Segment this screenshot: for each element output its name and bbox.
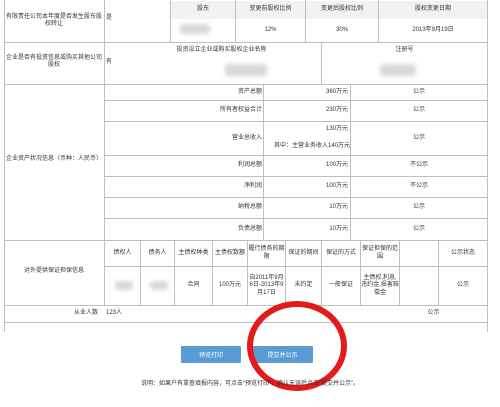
equity-change-answer: 是	[106, 15, 113, 22]
asset-name: 负债总额	[237, 225, 262, 232]
asset-name: 利润总额	[237, 162, 262, 169]
shareholder-redacted	[180, 24, 210, 34]
asset-status: 公示	[412, 204, 425, 211]
asset-status: 不公示	[409, 183, 428, 190]
guarantee-period: 未约定	[294, 282, 313, 289]
employees-label: 从业人数	[73, 310, 98, 317]
asset-name: 资产总额	[237, 88, 262, 95]
guarantee-section-label: 对外提供保证担保信息	[23, 268, 84, 275]
asset-value: 130万元	[325, 126, 348, 133]
asset-value: 100万元	[325, 162, 348, 169]
guarantee-header-creditor: 债权人	[113, 249, 132, 256]
investment-regno-redacted	[380, 64, 416, 76]
asset-value: 10万元	[329, 204, 348, 211]
guarantee-header-method: 保证的方式	[325, 249, 356, 256]
asset-status: 不公示	[409, 162, 428, 169]
equity-date-value: 2013年9月19日	[412, 26, 454, 33]
preview-print-button[interactable]: 预览打印	[181, 346, 241, 363]
creditor-redacted	[115, 281, 133, 290]
equity-change-question: 有限责任公司本年度是否发生股东股权转让	[6, 13, 103, 28]
employees-status: 公示	[427, 310, 440, 317]
equity-header-shareholder: 股东	[171, 1, 235, 19]
asset-name: 所有者权益合计	[219, 107, 262, 114]
asset-name: 纳税总额	[237, 204, 262, 211]
equity-header-before: 变更前股权比例	[236, 1, 305, 19]
guarantee-header-claim-type: 主债权种类	[178, 249, 209, 256]
guarantee-header-status: 公示状态	[450, 249, 475, 256]
guarantee-scope: 主债权,利息,违约金,损害赔偿金	[361, 274, 399, 296]
asset-value: 100万元	[325, 183, 348, 190]
asset-status: 公示	[412, 225, 425, 232]
investment-question: 企业是否有投资信息或购买其他公司股权	[6, 54, 103, 69]
asset-status: 公示	[412, 88, 425, 95]
equity-header-date: 股权变更日期	[379, 1, 487, 19]
debtor-redacted	[150, 281, 168, 290]
equity-before-value: 12%	[264, 26, 277, 33]
asset-status: 公示	[412, 107, 425, 114]
asset-value: 230万元	[325, 107, 348, 114]
equity-after-value: 30%	[335, 26, 348, 33]
asset-value: 10万元	[329, 225, 348, 232]
guarantee-status: 公示	[456, 282, 469, 289]
employees-value: 123人	[106, 310, 123, 317]
guarantee-claim-amount: 100万元	[218, 282, 241, 289]
asset-sub-value: 其中：主营业务收入140万元	[273, 142, 350, 149]
asset-status: 公示	[412, 134, 425, 141]
guarantee-header-debtor: 债务人	[148, 249, 167, 256]
guarantee-method: 一般保证	[328, 282, 353, 289]
highlight-circle	[247, 301, 347, 391]
asset-value: 360万元	[325, 88, 348, 95]
equity-header-after: 变更后股权比例	[306, 1, 378, 19]
guarantee-header-scope: 保证担保的范围	[361, 246, 398, 260]
asset-name: 净利润	[243, 183, 262, 190]
guarantee-term: 自2011年9月6日-2013年9月17日	[249, 274, 284, 296]
assets-section-label: 企业资产状况信息（币种：人民币）	[6, 156, 103, 163]
investment-answer: 有	[106, 59, 113, 66]
investment-header-regno: 注册号	[395, 47, 414, 54]
footer-note: 说明：如果户有拿查填报内容，可点击“预览打印”，确认无误后点击“提交并公示”。	[141, 381, 359, 388]
guarantee-claim-type: 合同	[187, 282, 200, 289]
asset-name: 营业总收入	[231, 134, 262, 141]
guarantee-header-term: 履行债务的期限	[248, 246, 285, 260]
guarantee-header-claim-amount: 主债权数额	[214, 249, 245, 256]
investment-company-redacted	[225, 64, 267, 76]
guarantee-header-period: 保证的期间	[288, 249, 319, 256]
investment-header-company: 投资设立企业或购买股权企业名称	[176, 47, 267, 54]
